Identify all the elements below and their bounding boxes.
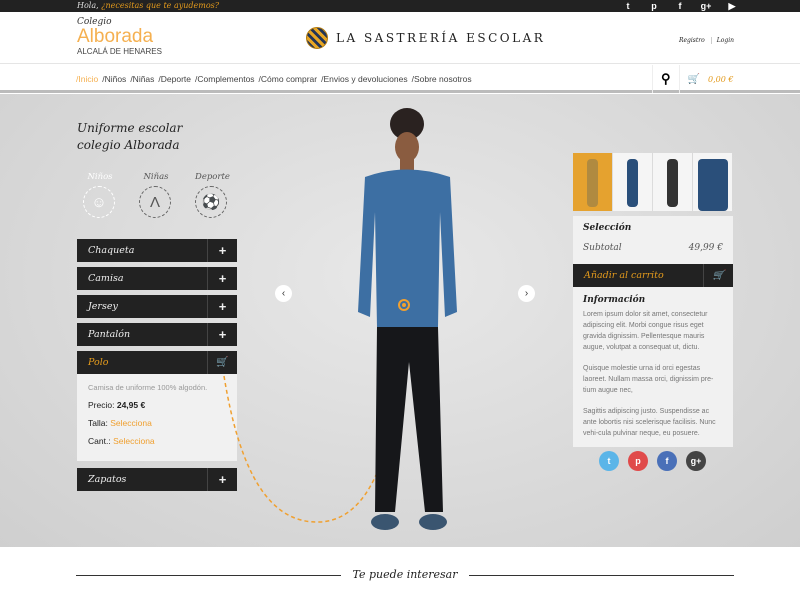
model-photo	[358, 108, 457, 530]
thumbnail-gallery	[573, 153, 732, 211]
subtotal-row: Subtotal 49,99 €	[573, 240, 733, 264]
school-info: Colegio Alborada ALCALÁ DE HENARES	[77, 17, 162, 56]
nav-como-comprar[interactable]: /Cómo comprar	[259, 65, 318, 93]
order-summary: Selección Subtotal 49,99 € Añadir al carr…	[573, 216, 733, 447]
nav-deporte[interactable]: /Deporte	[158, 65, 191, 93]
subtotal-value: 49,99 €	[688, 243, 723, 253]
youtube-icon[interactable]: ▶	[726, 0, 738, 12]
add-to-cart-button[interactable]: Añadir al carrito 🛒	[573, 264, 733, 287]
nav-sobre-nosotros[interactable]: /Sobre nosotros	[412, 65, 472, 93]
selection-title: Selección	[583, 223, 632, 233]
help-text[interactable]: Hola, ¿necesitas que te ayudemos?	[77, 0, 219, 12]
google-plus-icon[interactable]: g+	[700, 0, 712, 12]
product-hero: Uniforme escolar colegio Alborada Niños ☺ …	[0, 94, 800, 547]
thumbnail[interactable]	[613, 153, 652, 211]
related-title: Te puede interesar	[352, 568, 458, 581]
subtotal-label: Subtotal	[583, 243, 622, 253]
header: Colegio Alborada ALCALÁ DE HENARES LA SA…	[0, 12, 800, 64]
help-link[interactable]: ¿necesitas que te ayudemos?	[101, 1, 219, 10]
thumbnail[interactable]	[653, 153, 692, 211]
login-link[interactable]: Login	[710, 37, 734, 44]
school-name: Alborada	[77, 26, 154, 47]
pinterest-icon[interactable]: p	[648, 0, 660, 12]
search-button[interactable]: ⚲	[652, 65, 679, 93]
facebook-icon[interactable]: f	[674, 0, 686, 12]
info-title: Información	[583, 295, 646, 305]
thumbnail[interactable]	[573, 153, 612, 211]
info-paragraph: Lorem ipsum dolor sit amet, consectetur …	[583, 311, 708, 351]
cart-icon: 🛒	[687, 73, 700, 85]
nav-envios[interactable]: /Envios y devoluciones	[321, 65, 407, 93]
info-section: Información Lorem ipsum dolor sit amet, …	[573, 287, 733, 447]
social-links: t p f g+ ▶	[622, 0, 738, 12]
top-bar: Hola, ¿necesitas que te ayudemos? t p f …	[0, 0, 800, 12]
logo-badge-icon	[306, 27, 328, 49]
prev-arrow-button[interactable]: ‹	[275, 285, 292, 302]
brand-name: LA SASTRERÍA ESCOLAR	[336, 31, 546, 45]
thumbnail[interactable]	[693, 153, 732, 211]
cart-icon: 🛒	[703, 264, 733, 287]
related-section: Te puede interesar	[76, 565, 734, 585]
facebook-share-icon[interactable]: f	[657, 451, 677, 471]
google-plus-share-icon[interactable]: g+	[686, 451, 706, 471]
cart-button[interactable]: 🛒 0,00 €	[678, 65, 742, 93]
main-nav: /Inicio /Niños /Niñas /Deporte /Compleme…	[0, 65, 800, 93]
search-icon: ⚲	[661, 71, 671, 86]
brand-logo[interactable]: LA SASTRERÍA ESCOLAR	[306, 27, 545, 49]
nav-ninas[interactable]: /Niñas	[130, 65, 154, 93]
share-buttons: t p f g+	[599, 451, 706, 471]
info-paragraph: Sagittis adipiscing justo. Suspendisse a…	[583, 408, 716, 437]
info-paragraph: Quisque molestie urna id orci egestas la…	[583, 365, 714, 394]
auth-links: Registro Login	[679, 37, 734, 44]
next-arrow-button[interactable]: ›	[518, 285, 535, 302]
twitter-share-icon[interactable]: t	[599, 451, 619, 471]
add-to-cart-label: Añadir al carrito	[584, 270, 664, 281]
nav-inicio[interactable]: /Inicio	[76, 65, 98, 93]
school-city: ALCALÁ DE HENARES	[77, 47, 162, 56]
register-link[interactable]: Registro	[679, 37, 705, 44]
pinterest-share-icon[interactable]: p	[628, 451, 648, 471]
nav-complementos[interactable]: /Complementos	[195, 65, 255, 93]
nav-ninos[interactable]: /Niños	[102, 65, 126, 93]
twitter-icon[interactable]: t	[622, 0, 634, 12]
cart-total: 0,00 €	[707, 74, 734, 84]
